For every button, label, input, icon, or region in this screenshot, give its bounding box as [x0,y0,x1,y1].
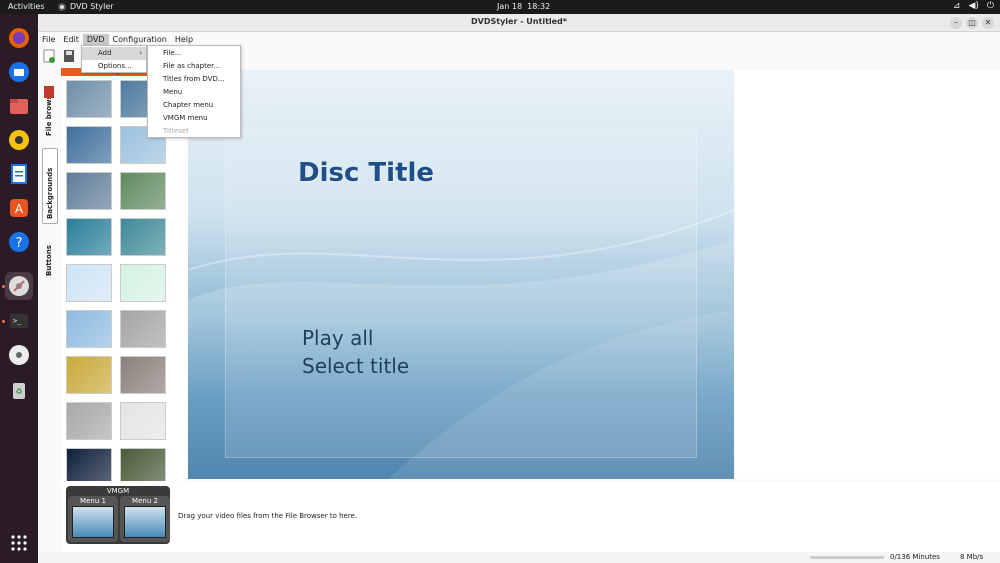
menu-item-titleset: Titleset [163,127,189,135]
save-icon[interactable] [62,48,76,64]
background-thumbnail[interactable] [66,218,112,256]
title-bar[interactable]: DVDStyler - Untitled* – ◫ ✕ [38,14,1000,32]
help-icon[interactable]: ? [5,228,33,256]
menu-editor: Disc Title Play all Select title [188,70,734,479]
power-icon: ⏻ [986,1,994,11]
menu2-preview [124,506,166,538]
toolbar [42,48,76,66]
background-thumbnail[interactable] [66,126,112,164]
maximize-button[interactable]: ◫ [966,17,978,29]
dvd-dropdown: Add › Options... [81,45,147,73]
trash-icon[interactable]: ♻ [5,376,33,404]
new-project-icon[interactable] [42,48,56,64]
menu-item-add-label: Add [98,49,112,57]
tab-buttons-label: Buttons [45,245,53,276]
terminal-icon[interactable]: >_ [5,307,33,335]
clock-date: Jan 18 [497,2,523,11]
thunderbird-icon[interactable] [5,58,33,86]
background-thumbnail[interactable] [120,172,166,210]
minimize-button[interactable]: – [950,17,962,29]
menu-edit[interactable]: Edit [59,34,83,46]
background-thumbnail[interactable] [120,356,166,394]
svg-text:?: ? [16,236,23,251]
software-center-icon[interactable]: A [5,194,33,222]
background-thumbnail[interactable] [120,218,166,256]
network-icon: ⊿ [952,1,961,11]
firefox-icon[interactable] [5,24,33,52]
status-bar: 0/136 Minutes 8 Mb/s [38,552,1000,563]
vmgm-group[interactable]: VMGM Menu 1 Menu 2 [66,486,170,544]
disc-title[interactable]: Disc Title [298,158,434,188]
app-indicator[interactable]: DVD Styler [58,2,114,11]
tab-backgrounds-label: Backgrounds [46,167,54,219]
canvas-margin [735,70,1000,479]
menu1-preview [72,506,114,538]
menu1-label: Menu 1 [80,497,106,505]
writer-icon[interactable] [5,160,33,188]
close-button[interactable]: ✕ [982,17,994,29]
files-icon[interactable] [5,92,33,120]
minutes-label: 0/136 Minutes [890,553,940,561]
menu-item-chapter-menu[interactable]: Chapter menu [148,99,240,112]
background-thumbnail[interactable] [66,310,112,348]
menu-item-vmgm-menu[interactable]: VMGM menu [148,112,240,125]
background-thumbnail[interactable] [66,264,112,302]
dock: A ? >_ ♻ [0,14,38,563]
menu2-label: Menu 2 [132,497,158,505]
safe-area [225,130,697,458]
menu1-card[interactable]: Menu 1 [68,496,118,542]
rhythmbox-icon[interactable] [5,126,33,154]
play-all-button[interactable]: Play all [302,326,373,350]
system-tray[interactable]: ⊿ ◀) ⏻ [953,1,994,11]
menu-canvas[interactable]: Disc Title Play all Select title [188,70,734,479]
tab-file-browser[interactable]: File browser [42,74,58,140]
background-thumbnail[interactable] [120,310,166,348]
drag-hint: Drag your video files from the File Brow… [178,512,358,520]
activities-button[interactable]: Activities [8,2,45,11]
menu2-card[interactable]: Menu 2 [120,496,170,542]
background-thumbnail[interactable] [66,172,112,210]
tab-buttons[interactable]: Buttons [42,234,58,284]
clock-time: 18:32 [527,2,551,11]
menu-item-add[interactable]: Add › [82,47,146,60]
tab-backgrounds[interactable]: Backgrounds [42,148,58,224]
chevron-right-icon: › [139,49,142,57]
add-submenu: File... File as chapter... Titles from D… [147,45,241,138]
volume-icon: ◀) [968,1,979,11]
background-thumbnail[interactable] [66,402,112,440]
svg-text:>_: >_ [13,317,22,325]
running-indicator [2,320,5,323]
disc-usage-bar [810,556,884,559]
background-thumbnail[interactable] [66,80,112,118]
side-tabs: File browser Backgrounds Buttons [42,74,58,304]
background-thumbnail[interactable] [66,356,112,394]
menu-item-menu[interactable]: Menu [148,86,240,99]
dvdstyler-icon [58,2,66,11]
menu-item-file[interactable]: File... [148,47,240,60]
app-grid-icon[interactable] [5,529,33,557]
menu-item-titles-from-dvd[interactable]: Titles from DVD... [148,73,240,86]
top-bar: Activities DVD Styler Jan 18 18:32 ⊿ ◀) … [0,0,1000,14]
clock[interactable]: Jan 18 18:32 [497,2,550,11]
background-thumbnail[interactable] [120,264,166,302]
titleset-manager: VMGM Menu 1 Menu 2 Drag your video files… [61,482,1000,552]
dvdstyler-dock-icon[interactable] [5,272,33,300]
window-title: DVDStyler - Untitled* [471,17,567,26]
disc-icon[interactable] [5,341,33,369]
background-thumbnail[interactable] [120,402,166,440]
menu-file[interactable]: File [38,34,59,46]
svg-text:A: A [15,202,24,216]
menu-item-options[interactable]: Options... [82,60,146,73]
svg-text:♻: ♻ [15,387,22,396]
bitrate-label: 8 Mb/s [960,553,984,561]
vmgm-label: VMGM [106,487,130,495]
background-thumbnail[interactable] [120,448,166,481]
backgrounds-tab-marker [44,86,54,98]
menu-item-file-as-chapter[interactable]: File as chapter... [148,60,240,73]
background-thumbnail[interactable] [66,448,112,481]
app-name: DVD Styler [70,2,114,11]
running-indicator [2,285,5,288]
select-title-button[interactable]: Select title [302,354,409,378]
